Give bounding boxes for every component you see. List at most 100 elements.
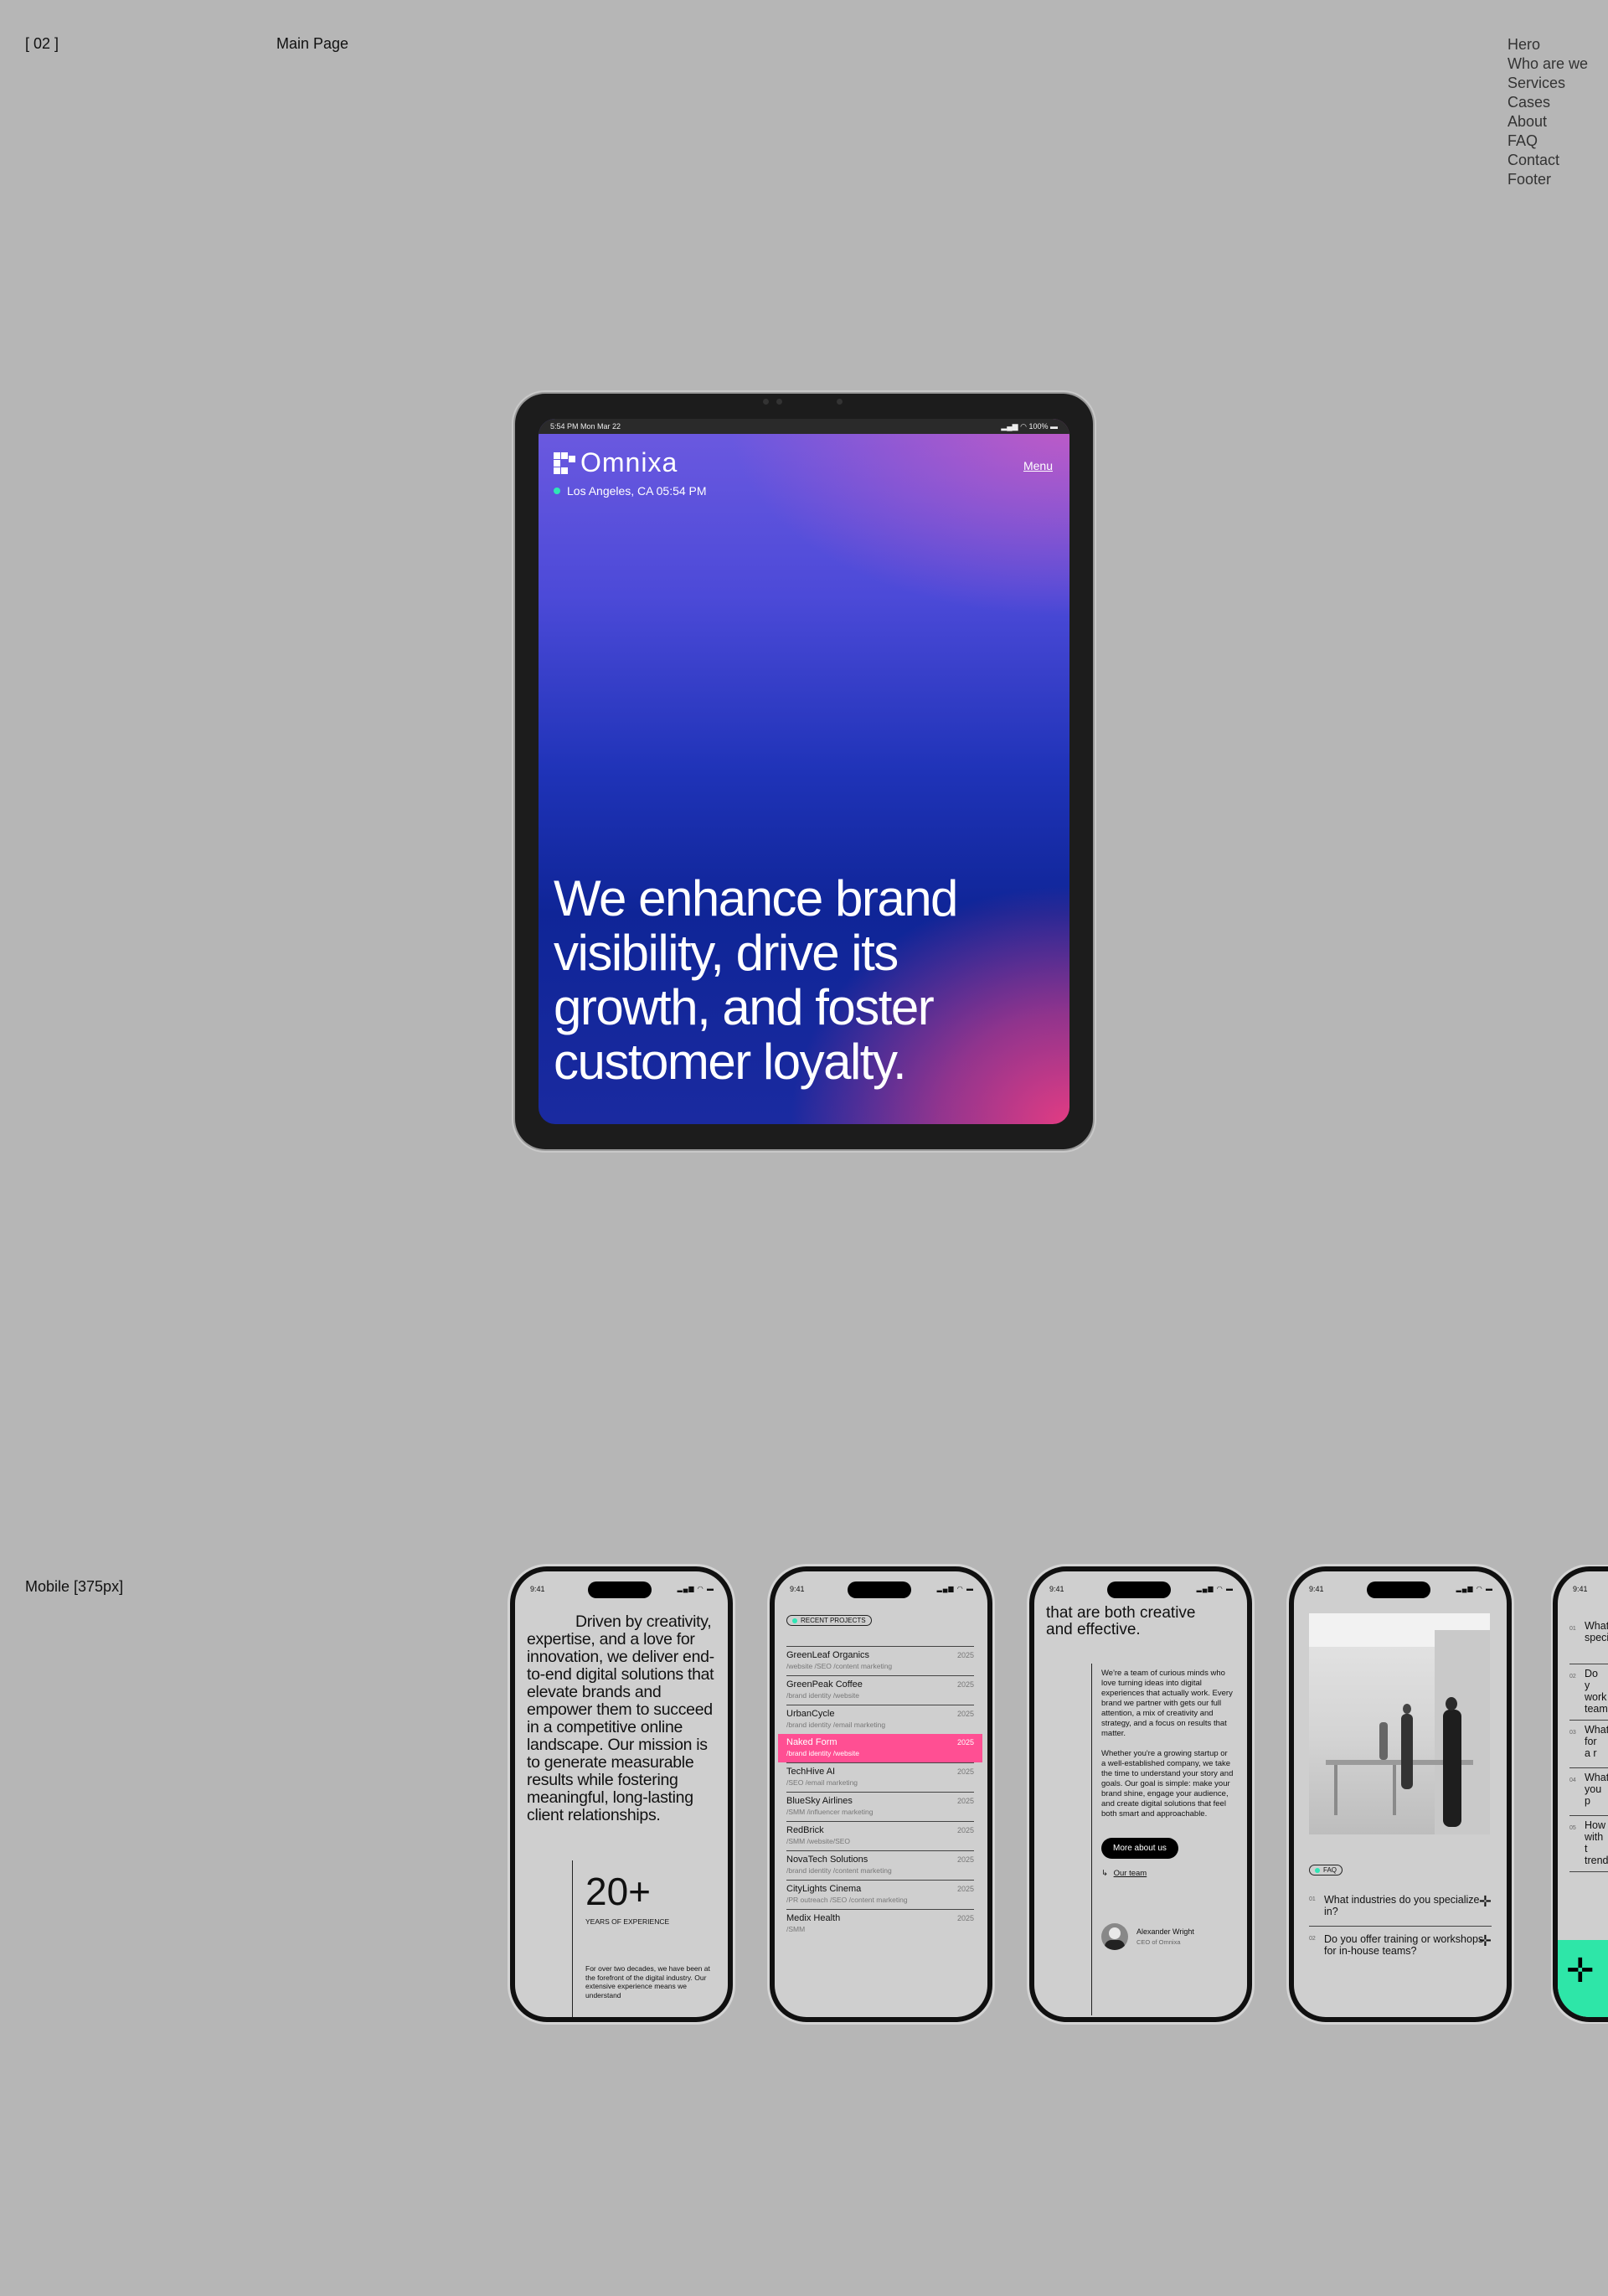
omnixa-logo[interactable]: Omnixa: [554, 447, 678, 478]
faq-item[interactable]: 01 What speci: [1569, 1617, 1608, 1664]
status-dot-icon: [554, 488, 560, 494]
nav-item-cases[interactable]: Cases: [1508, 93, 1588, 112]
phone-signal-icon: ▂▄▆ ◠ ▬: [1456, 1585, 1493, 1592]
project-row[interactable]: Medix Health/SMM 2025: [786, 1909, 974, 1938]
nav-item-who-are-we[interactable]: Who are we: [1508, 54, 1588, 74]
team-photo: [1309, 1613, 1490, 1834]
phone-mockup-faq-expanded: 9:41 01 What speci 02 Do y work team 03 Wha…: [1558, 1571, 1608, 2017]
phone-time: 9:41: [1309, 1585, 1324, 1593]
dynamic-island: [1107, 1581, 1171, 1598]
phone-content: FAQ 01 What industries do you specialize…: [1309, 1613, 1492, 1965]
mobile-label: Mobile [375px]: [25, 1578, 124, 1595]
logo-mark-icon: [554, 451, 575, 474]
faq-item[interactable]: 02 Do y work team: [1569, 1664, 1608, 1721]
phone-content: Driven by creativity, expertise, and a l…: [527, 1612, 718, 2017]
person-name: Alexander Wright: [1136, 1927, 1194, 1936]
about-paragraph-2: Whether you're a growing startup or a we…: [1101, 1749, 1234, 1819]
tablet-screen: 5:54 PM Mon Mar 22 ▂▄▆ ◠ 100% ▬ Omnixa M…: [539, 419, 1069, 1124]
recent-projects-badge: RECENT PROJECTS: [786, 1615, 872, 1626]
location-text: Los Angeles, CA 05:54 PM: [567, 484, 707, 498]
stat-description: For over two decades, we have been at th…: [585, 1964, 710, 1999]
badge-dot-icon: [1315, 1867, 1320, 1873]
faq-list: 01 What industries do you specialize in?…: [1309, 1887, 1492, 1965]
timeline-line: [572, 1860, 573, 2017]
faq-badge: FAQ: [1309, 1865, 1343, 1875]
location-time: Los Angeles, CA 05:54 PM: [554, 484, 707, 498]
faq-item[interactable]: 03 What for a r: [1569, 1721, 1608, 1768]
phone-content: 01 What speci 02 Do y work team 03 What for…: [1569, 1617, 1608, 1872]
dynamic-island: [848, 1581, 911, 1598]
faq-item[interactable]: 04 What you p: [1569, 1768, 1608, 1816]
faq-item[interactable]: 01 What industries do you specialize in?…: [1309, 1887, 1492, 1927]
nav-item-services[interactable]: Services: [1508, 74, 1588, 93]
page-title: Main Page: [276, 35, 349, 52]
camera-dot: [837, 399, 843, 405]
phone-mockup-who-are-we: 9:41 ▂▄▆ ◠ ▬ Driven by creativity, exper…: [515, 1571, 728, 2017]
phone-time: 9:41: [1049, 1585, 1064, 1593]
nav-item-about[interactable]: About: [1508, 112, 1588, 132]
nav-item-contact[interactable]: Contact: [1508, 151, 1588, 170]
section-number: [ 02 ]: [25, 35, 59, 52]
phone-signal-icon: ▂▄▆ ◠ ▬: [936, 1585, 974, 1592]
project-row-highlighted[interactable]: Naked Form/brand identity /website 2025: [778, 1734, 982, 1762]
about-heading: that are both creative and effective.: [1046, 1604, 1196, 1638]
camera-dot: [763, 399, 769, 405]
logo-text: Omnixa: [580, 447, 678, 477]
phone-content: RECENT PROJECTS GreenLeaf Organics/websi…: [778, 1615, 982, 1938]
stat-label: YEARS OF EXPERIENCE: [585, 1917, 670, 1926]
tablet-status-time: 5:54 PM Mon Mar 22: [550, 422, 621, 431]
dynamic-island: [588, 1581, 652, 1598]
project-row[interactable]: UrbanCycle/brand identity /email marketi…: [786, 1705, 974, 1734]
author: Alexander Wright CEO of Omnixa: [1101, 1923, 1234, 1950]
person-role: CEO of Omnixa: [1136, 1938, 1181, 1946]
project-row[interactable]: CityLights Cinema/PR outreach /SEO /cont…: [786, 1880, 974, 1909]
about-paragraph-1: We're a team of curious minds who love t…: [1101, 1669, 1233, 1738]
phone-signal-icon: ▂▄▆ ◠ ▬: [677, 1585, 714, 1592]
badge-dot-icon: [792, 1618, 797, 1623]
stat-number: 20+: [585, 1870, 652, 1913]
return-arrow-icon: ↳: [1101, 1869, 1108, 1878]
phone-clip: 9:41 01 What speci 02 Do y work team 03 Wha…: [1551, 1565, 1608, 2024]
contact-cta-block[interactable]: ✛: [1558, 1940, 1608, 2017]
section-nav: Hero Who are we Services Cases About FAQ…: [1508, 35, 1588, 189]
expand-plus-icon[interactable]: ✛: [1479, 1933, 1492, 1948]
tablet-status-battery: ▂▄▆ ◠ 100% ▬: [1001, 422, 1058, 431]
menu-link[interactable]: Menu: [1023, 459, 1053, 472]
about-text-block: We're a team of curious minds who love t…: [1101, 1669, 1234, 1950]
project-row[interactable]: TechHive AI/SEO /email marketing 2025: [786, 1762, 974, 1792]
project-row[interactable]: NovaTech Solutions/brand identity /conte…: [786, 1850, 974, 1880]
dynamic-island: [1367, 1581, 1430, 1598]
faq-item[interactable]: 05 How with t trend: [1569, 1816, 1608, 1872]
about-paragraph: Driven by creativity, expertise, and a l…: [527, 1612, 714, 1824]
project-row[interactable]: RedBrick/SMM /website/SEO 2025: [786, 1821, 974, 1850]
faq-item[interactable]: 02 Do you offer training or workshops fo…: [1309, 1927, 1492, 1965]
nav-item-hero[interactable]: Hero: [1508, 35, 1588, 54]
nav-item-footer[interactable]: Footer: [1508, 170, 1588, 189]
phone-time: 9:41: [1573, 1585, 1588, 1593]
our-team-link[interactable]: ↳ Our team: [1101, 1869, 1234, 1878]
phone-time: 9:41: [530, 1585, 545, 1593]
phone-mockup-about: 9:41 ▂▄▆ ◠ ▬ that are both creative and …: [1034, 1571, 1247, 2017]
phone-mockup-cases: 9:41 ▂▄▆ ◠ ▬ RECENT PROJECTS GreenLeaf O…: [775, 1571, 987, 2017]
nav-item-faq[interactable]: FAQ: [1508, 132, 1588, 151]
tablet-status-bar: 5:54 PM Mon Mar 22 ▂▄▆ ◠ 100% ▬: [539, 419, 1069, 434]
phone-mockup-faq: 9:41 ▂▄▆ ◠ ▬ FAQ 01 What industries do y…: [1294, 1571, 1507, 2017]
project-row[interactable]: GreenLeaf Organics/website /SEO /content…: [786, 1646, 974, 1675]
project-row[interactable]: BlueSky Airlines/SMM /influencer marketi…: [786, 1792, 974, 1821]
hero-headline: We enhance brand visibility, drive its g…: [554, 870, 958, 1090]
more-about-us-button[interactable]: More about us: [1101, 1838, 1178, 1859]
faq-question: What industries do you specialize in?: [1324, 1894, 1480, 1917]
timeline-line: [1091, 1664, 1092, 2015]
avatar: [1101, 1923, 1128, 1950]
experience-stat: 20+ YEARS OF EXPERIENCE For over two dec…: [585, 1869, 713, 1999]
plus-icon: ✛: [1566, 1953, 1595, 1989]
camera-dot: [776, 399, 782, 405]
phone-content: that are both creative and effective. We…: [1046, 1604, 1237, 2015]
phone-signal-icon: ▂▄▆ ◠ ▬: [1196, 1585, 1234, 1592]
tablet-mockup: 5:54 PM Mon Mar 22 ▂▄▆ ◠ 100% ▬ Omnixa M…: [515, 394, 1093, 1149]
faq-question: Do you offer training or workshops for i…: [1324, 1933, 1484, 1957]
phone-time: 9:41: [790, 1585, 805, 1593]
expand-plus-icon[interactable]: ✛: [1479, 1894, 1492, 1909]
project-row[interactable]: GreenPeak Coffee/brand identity /website…: [786, 1675, 974, 1705]
projects-list: GreenLeaf Organics/website /SEO /content…: [778, 1646, 982, 1938]
